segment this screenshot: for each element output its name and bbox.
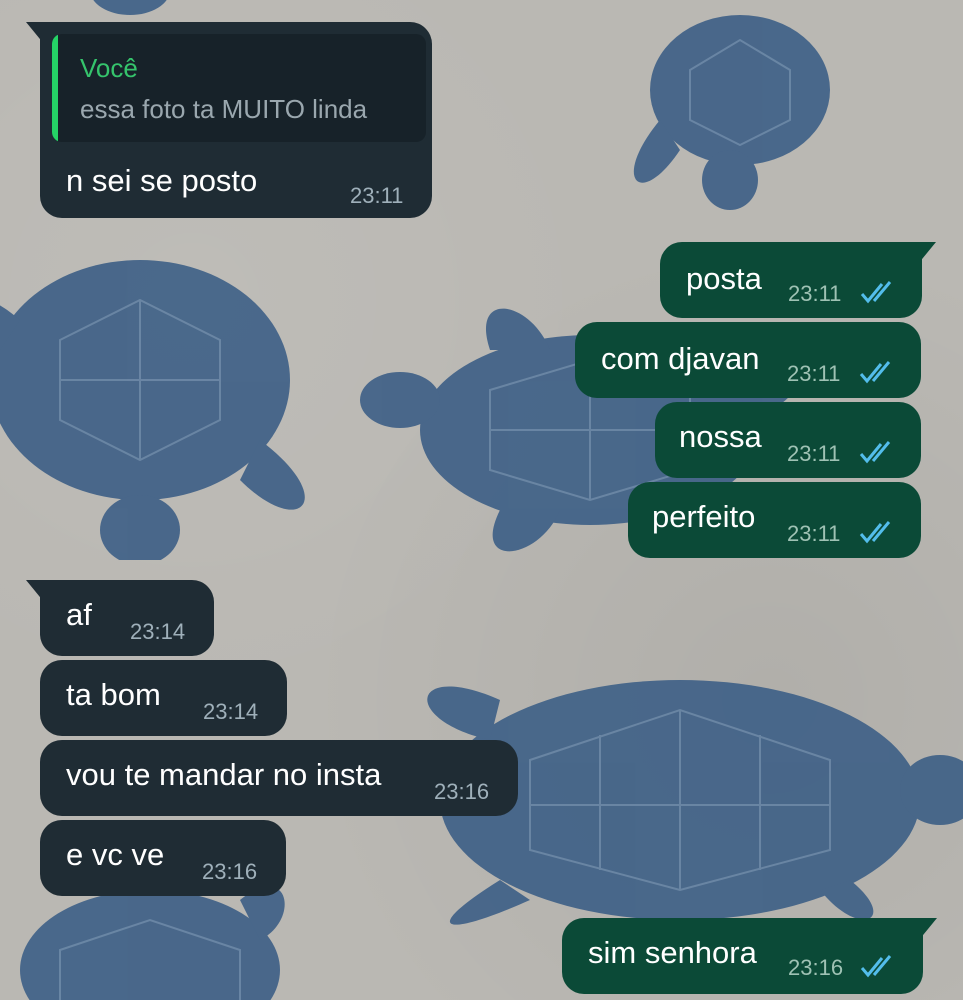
outgoing-message[interactable]: com djavan 23:11 bbox=[575, 322, 921, 398]
message-text: af bbox=[66, 597, 92, 632]
incoming-message-reply[interactable]: Você essa foto ta MUITO linda n sei se p… bbox=[26, 22, 432, 218]
outgoing-message[interactable]: nossa 23:11 bbox=[655, 402, 921, 478]
quoted-message[interactable]: Você essa foto ta MUITO linda bbox=[52, 34, 426, 142]
outgoing-message[interactable]: posta 23:11 bbox=[660, 242, 936, 318]
message-text: e vc ve bbox=[66, 837, 165, 872]
message-time: 23:16 bbox=[202, 859, 258, 884]
outgoing-message[interactable]: sim senhora 23:16 bbox=[562, 918, 937, 994]
message-text: nossa bbox=[679, 419, 762, 454]
turtle-illustration bbox=[93, 0, 167, 15]
quoted-author: Você bbox=[80, 53, 138, 83]
bubble-tail bbox=[26, 580, 44, 602]
message-text: sim senhora bbox=[588, 935, 757, 970]
double-check-icon bbox=[860, 281, 892, 304]
double-check-icon bbox=[860, 955, 892, 978]
message-time: 23:11 bbox=[350, 183, 404, 208]
message-time: 23:14 bbox=[130, 619, 186, 644]
turtle-illustration bbox=[0, 260, 305, 560]
message-time: 23:16 bbox=[434, 779, 490, 804]
message-text: vou te mandar no insta bbox=[66, 757, 382, 792]
double-check-icon bbox=[859, 361, 891, 384]
message-time: 23:16 bbox=[788, 955, 844, 980]
turtle-illustration bbox=[633, 15, 830, 210]
outgoing-message[interactable]: perfeito 23:11 bbox=[628, 482, 921, 558]
message-time: 23:11 bbox=[787, 521, 841, 546]
message-text: n sei se posto bbox=[66, 163, 258, 198]
message-time: 23:11 bbox=[787, 361, 841, 386]
quote-accent-bar bbox=[52, 34, 58, 142]
incoming-message[interactable]: vou te mandar no insta 23:16 bbox=[40, 740, 518, 816]
double-check-icon bbox=[859, 441, 891, 464]
incoming-message[interactable]: af 23:14 bbox=[26, 580, 214, 656]
double-check-icon bbox=[859, 521, 891, 544]
message-text: posta bbox=[686, 261, 762, 296]
message-time: 23:11 bbox=[787, 441, 841, 466]
message-text: ta bom bbox=[66, 677, 161, 712]
bubble-tail bbox=[26, 22, 44, 44]
incoming-message[interactable]: ta bom 23:14 bbox=[40, 660, 287, 736]
message-time: 23:11 bbox=[788, 281, 842, 306]
quoted-text: essa foto ta MUITO linda bbox=[80, 94, 368, 124]
message-time: 23:14 bbox=[203, 699, 259, 724]
bubble-tail bbox=[919, 918, 937, 940]
incoming-message[interactable]: e vc ve 23:16 bbox=[40, 820, 286, 896]
message-text: perfeito bbox=[652, 499, 756, 534]
bubble-tail bbox=[918, 242, 936, 264]
message-text: com djavan bbox=[601, 341, 760, 376]
